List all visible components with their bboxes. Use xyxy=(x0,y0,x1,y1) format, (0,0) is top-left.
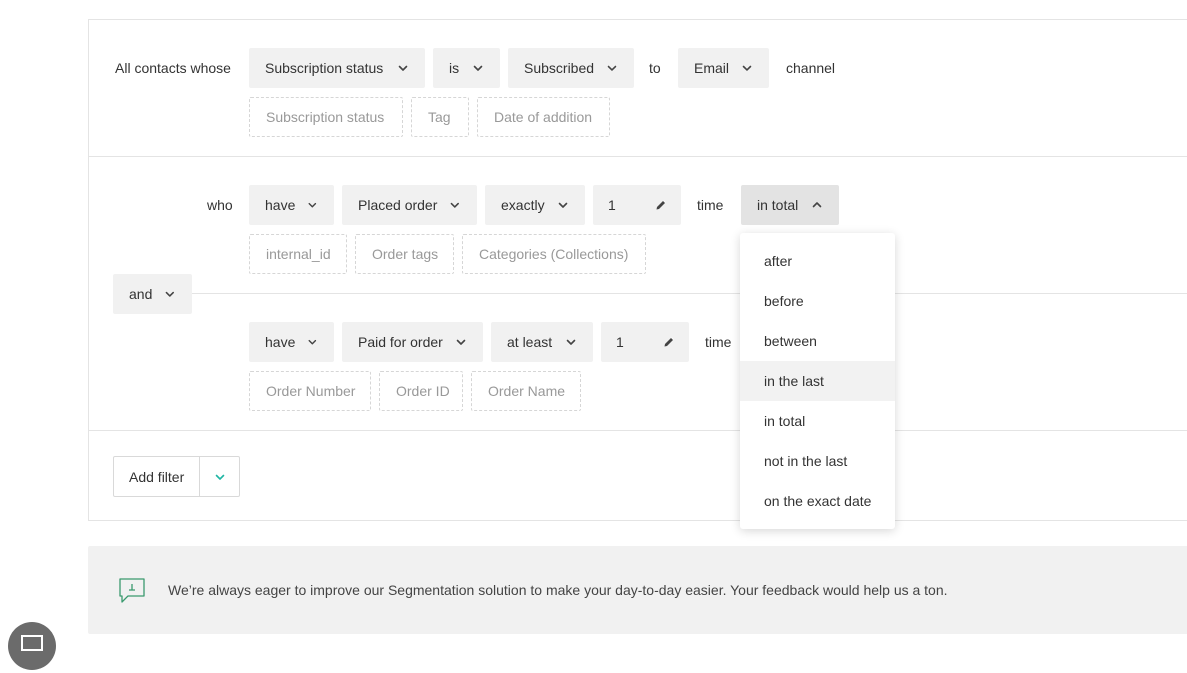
filter-chip[interactable]: Order Name xyxy=(471,371,581,411)
verb-select[interactable]: have xyxy=(249,322,334,362)
field-select[interactable]: Subscription status xyxy=(249,48,425,88)
filter-chip[interactable]: Order tags xyxy=(355,234,454,274)
event-select[interactable]: Paid for order xyxy=(342,322,483,362)
add-filter-dropdown[interactable] xyxy=(199,457,239,496)
channel-label: channel xyxy=(786,60,836,76)
chevron-up-icon xyxy=(811,199,823,211)
filter-chip[interactable]: Subscription status xyxy=(249,97,403,137)
operator-select-value: is xyxy=(449,60,460,76)
filter-chip[interactable]: Order ID xyxy=(379,371,463,411)
feedback-icon xyxy=(119,578,145,603)
chevron-down-icon xyxy=(307,199,318,211)
chevron-down-icon xyxy=(449,199,461,211)
field-select-value: Subscription status xyxy=(265,60,384,76)
event-select-value: Paid for order xyxy=(358,334,443,350)
chevron-down-icon xyxy=(215,474,224,480)
event-select-value: Placed order xyxy=(358,197,438,213)
to-label: to xyxy=(649,60,661,76)
filter-chip[interactable]: Order Number xyxy=(249,371,371,411)
chevron-down-icon xyxy=(606,62,618,74)
channel-select[interactable]: Email xyxy=(678,48,769,88)
chevron-down-icon xyxy=(455,336,467,348)
pencil-icon[interactable] xyxy=(663,336,675,348)
event-select[interactable]: Placed order xyxy=(342,185,477,225)
comparator-select[interactable]: exactly xyxy=(485,185,585,225)
period-select-value: in total xyxy=(757,197,799,213)
period-select[interactable]: in total xyxy=(741,185,839,225)
comparator-select-value: exactly xyxy=(501,197,545,213)
chevron-down-icon xyxy=(164,288,176,300)
menu-option-not-in-the-last[interactable]: not in the last xyxy=(740,441,895,481)
chevron-down-icon xyxy=(472,62,484,74)
menu-option-after[interactable]: after xyxy=(740,241,895,281)
count-input[interactable]: 1 xyxy=(593,185,681,225)
filter-chip[interactable]: internal_id xyxy=(249,234,347,274)
chat-icon xyxy=(21,635,43,651)
add-filter-button[interactable]: Add filter xyxy=(113,456,240,497)
rule-divider xyxy=(89,430,1187,431)
menu-option-in-total[interactable]: in total xyxy=(740,401,895,441)
time-label: time xyxy=(705,334,732,350)
rule-divider xyxy=(192,293,1187,294)
chevron-down-icon xyxy=(565,336,577,348)
joiner-select-value: and xyxy=(129,286,153,302)
count-input[interactable]: 1 xyxy=(601,322,689,362)
verb-select[interactable]: have xyxy=(249,185,334,225)
verb-select-value: have xyxy=(265,334,296,350)
value-select[interactable]: Subscribed xyxy=(508,48,634,88)
count-input-value: 1 xyxy=(616,334,624,350)
filter-chip[interactable]: Categories (Collections) xyxy=(462,234,646,274)
chevron-down-icon xyxy=(397,62,409,74)
menu-option-in-the-last[interactable]: in the last xyxy=(740,361,895,401)
time-label: time xyxy=(697,197,724,213)
who-label: who xyxy=(207,197,233,213)
filter-chip[interactable]: Tag xyxy=(411,97,469,137)
feedback-banner: We’re always eager to improve our Segmen… xyxy=(88,546,1187,634)
verb-select-value: have xyxy=(265,197,296,213)
menu-option-on-the-exact-date[interactable]: on the exact date xyxy=(740,481,895,521)
joiner-select[interactable]: and xyxy=(113,274,192,314)
operator-select[interactable]: is xyxy=(433,48,500,88)
pencil-icon[interactable] xyxy=(655,199,667,211)
chevron-down-icon xyxy=(557,199,569,211)
comparator-select-value: at least xyxy=(507,334,553,350)
rule-intro-label: All contacts whose xyxy=(115,60,231,76)
feedback-message: We’re always eager to improve our Segmen… xyxy=(168,582,948,598)
value-select-value: Subscribed xyxy=(524,60,595,76)
comparator-select[interactable]: at least xyxy=(491,322,593,362)
menu-option-before[interactable]: before xyxy=(740,281,895,321)
channel-select-value: Email xyxy=(694,60,730,76)
chevron-down-icon xyxy=(741,62,753,74)
menu-option-between[interactable]: between xyxy=(740,321,895,361)
filter-chip[interactable]: Date of addition xyxy=(477,97,610,137)
count-input-value: 1 xyxy=(608,197,616,213)
rule-divider xyxy=(89,156,1187,157)
chevron-down-icon xyxy=(307,336,318,348)
chat-launcher-button[interactable] xyxy=(8,622,56,670)
add-filter-label[interactable]: Add filter xyxy=(114,457,199,496)
period-dropdown-menu: after before between in the last in tota… xyxy=(740,233,895,529)
